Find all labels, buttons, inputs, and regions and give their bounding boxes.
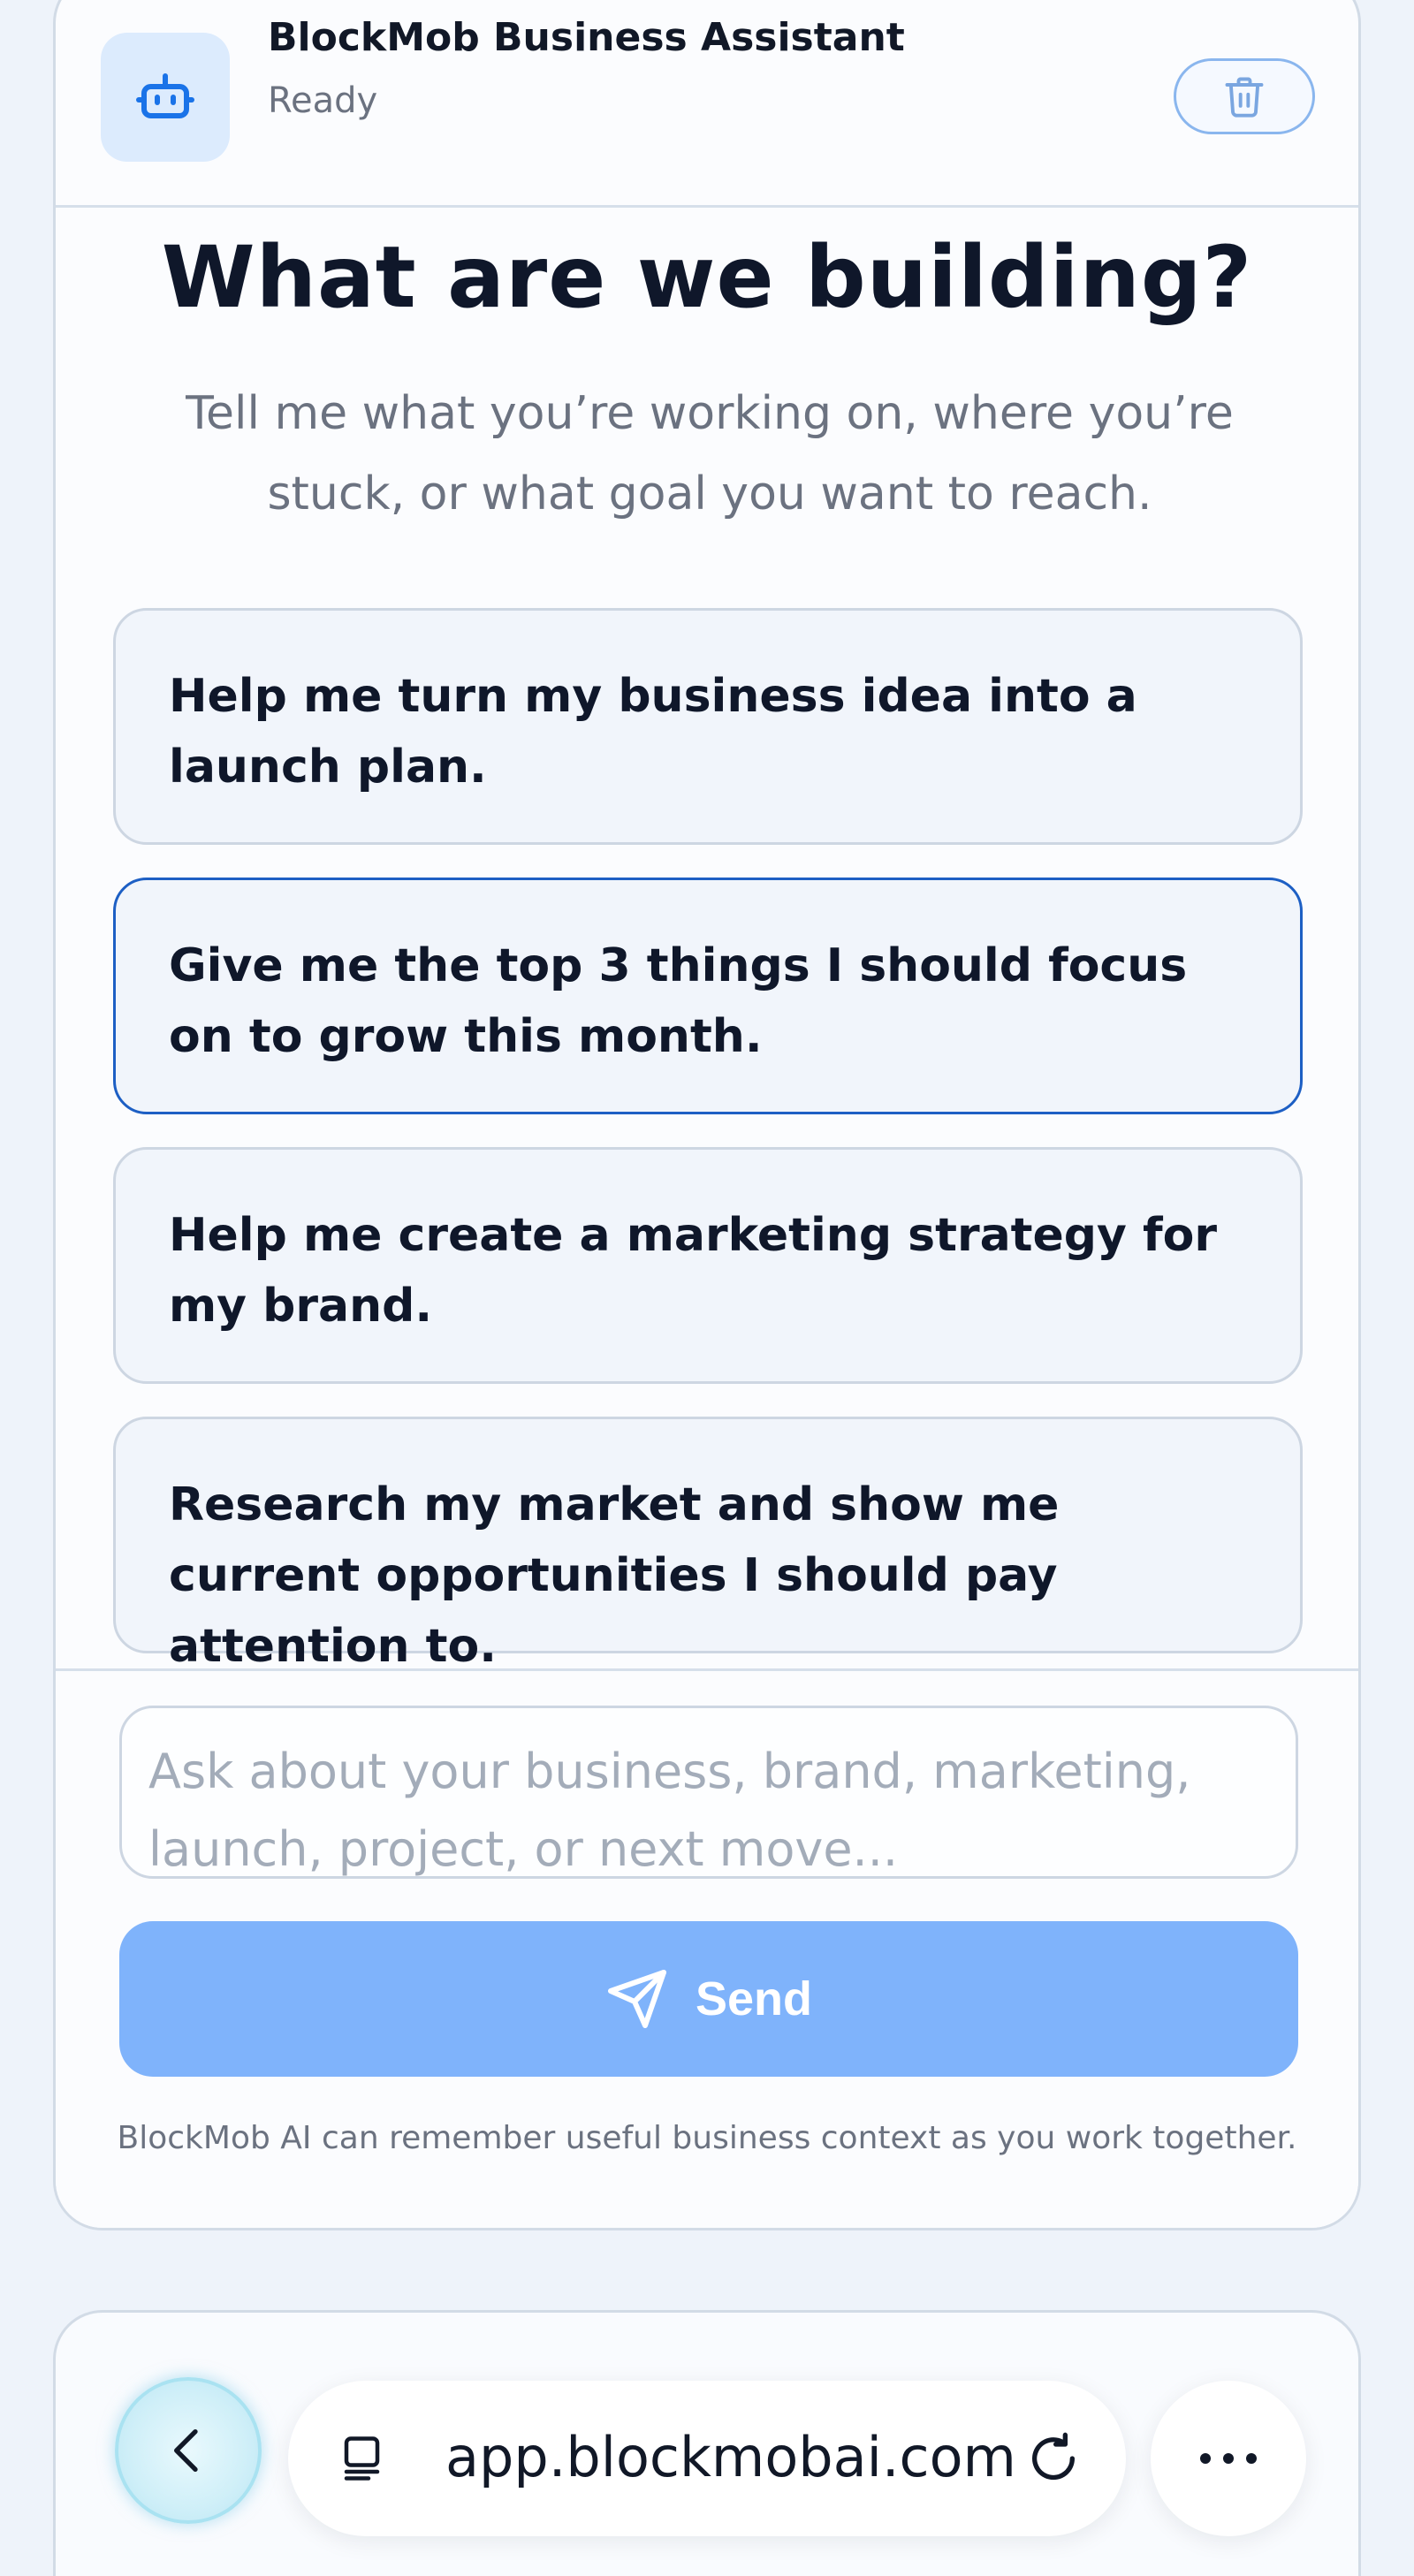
- suggestion-market-research[interactable]: Research my market and show me current o…: [113, 1417, 1303, 1668]
- suggestion-label: Help me turn my business idea into a lau…: [169, 670, 1137, 794]
- suggestion-marketing-strategy[interactable]: Help me create a marketing strategy for …: [113, 1147, 1303, 1384]
- paper-plane-icon: [607, 1970, 666, 2028]
- hero-title: What are we building?: [161, 228, 1253, 327]
- send-button[interactable]: Send: [119, 1921, 1298, 2077]
- more-horizontal-icon: [1200, 2453, 1257, 2464]
- back-button[interactable]: [115, 2377, 262, 2524]
- assistant-card: BlockMob Business Assistant Ready What a…: [53, 0, 1361, 2230]
- chat-scroll-area[interactable]: What are we building? Tell me what you’r…: [56, 210, 1358, 1668]
- composer: Send BlockMob AI can remember useful bus…: [56, 1668, 1358, 2228]
- reload-icon[interactable]: [1025, 2430, 1082, 2487]
- bot-avatar: [101, 33, 230, 162]
- assistant-title: BlockMob Business Assistant: [268, 15, 905, 60]
- chat-header: BlockMob Business Assistant Ready: [56, 0, 1358, 208]
- suggestion-label: Help me create a marketing strategy for …: [169, 1209, 1218, 1333]
- assistant-status: Ready: [268, 80, 378, 121]
- suggestion-launch-plan[interactable]: Help me turn my business idea into a lau…: [113, 608, 1303, 845]
- message-input[interactable]: [148, 1733, 1269, 1876]
- hero-subtitle: Tell me what you’re working on, where yo…: [186, 387, 1234, 521]
- tabs-icon: [344, 2436, 380, 2481]
- trash-icon: [1225, 77, 1264, 118]
- address-bar[interactable]: app.blockmobai.com: [288, 2381, 1126, 2536]
- send-label: Send: [695, 1972, 813, 2025]
- suggestion-top-3-focus[interactable]: Give me the top 3 things I should focus …: [113, 878, 1303, 1114]
- suggestion-label: Research my market and show me current o…: [169, 1478, 1060, 1668]
- more-options-button[interactable]: [1151, 2381, 1306, 2536]
- clear-chat-button[interactable]: [1174, 58, 1315, 134]
- message-input-box[interactable]: [119, 1706, 1298, 1879]
- memory-disclaimer: BlockMob AI can remember useful business…: [117, 2120, 1297, 2156]
- page: BlockMob Business Assistant Ready What a…: [0, 0, 1414, 2576]
- robot-icon: [136, 73, 194, 118]
- chevron-left-icon: [174, 2429, 198, 2472]
- url-text: app.blockmobai.com: [445, 2425, 1016, 2489]
- suggestion-label: Give me the top 3 things I should focus …: [169, 939, 1188, 1063]
